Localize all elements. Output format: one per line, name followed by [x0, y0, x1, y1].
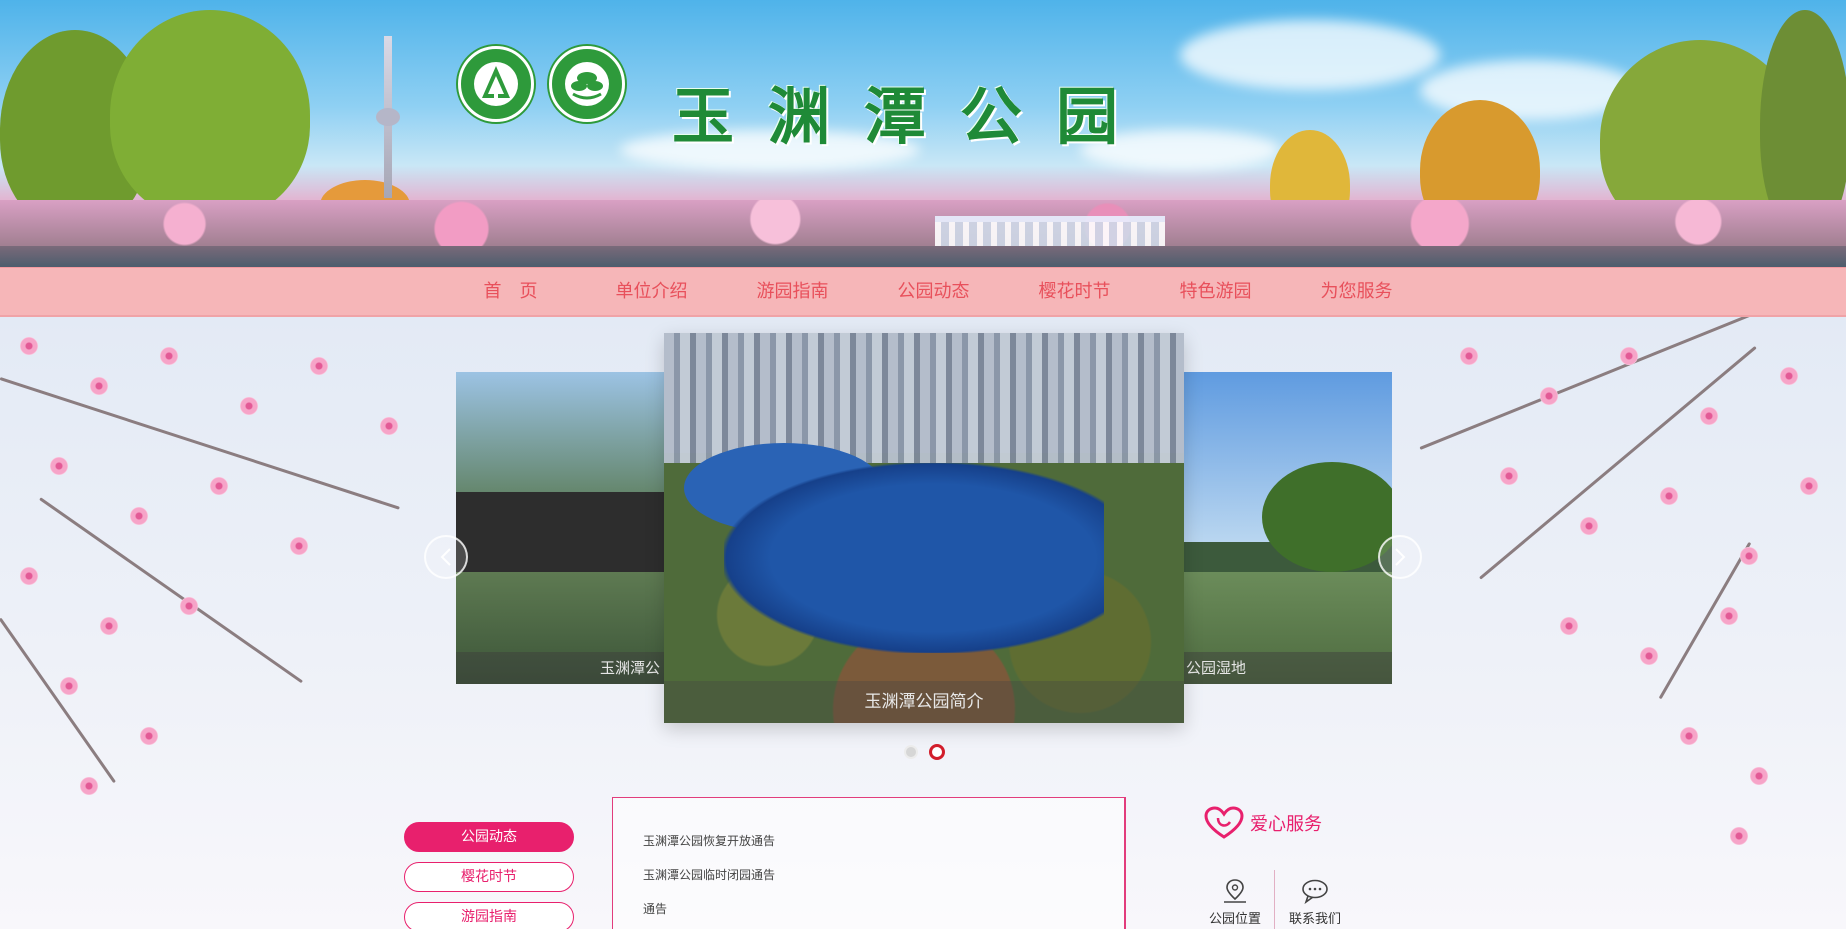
petal	[1680, 727, 1698, 745]
cherry-blossom-band	[0, 200, 1846, 248]
slide-tree	[1262, 462, 1392, 572]
petal	[130, 507, 148, 525]
service-heading: 爱心服务	[1204, 806, 1322, 840]
news-link[interactable]: 玉渊潭公园临时闭园通告	[643, 866, 775, 883]
petal	[1620, 347, 1638, 365]
carousel-dot-active[interactable]	[929, 744, 945, 760]
title-char: 渊	[768, 80, 835, 153]
petal	[1560, 617, 1578, 635]
service-label: 公园位置	[1208, 912, 1261, 927]
chevron-left-icon	[440, 548, 451, 566]
tree-emblem-icon[interactable]	[458, 46, 534, 122]
header-banner: 玉 渊 潭 公 园	[0, 0, 1846, 267]
title-char: 潭	[864, 80, 931, 153]
nav-item-guide[interactable]: 游园指南	[722, 268, 863, 316]
petal	[210, 477, 228, 495]
petal	[310, 357, 328, 375]
branch	[39, 497, 303, 684]
slide-caption: 公园湿地	[1182, 652, 1392, 684]
news-link[interactable]: 通告	[643, 900, 667, 917]
petal	[1660, 487, 1678, 505]
petal	[80, 777, 98, 795]
slide-pavilion	[456, 492, 666, 582]
nav-item-featured[interactable]: 特色游园	[1145, 268, 1286, 316]
service-divider	[1274, 870, 1275, 929]
cloud	[1180, 20, 1440, 90]
slide-sky	[456, 372, 666, 512]
petal	[1700, 407, 1718, 425]
map-pin-icon	[1224, 879, 1246, 903]
title-char: 园	[1056, 80, 1123, 153]
petal	[100, 617, 118, 635]
carousel-dot[interactable]	[904, 745, 918, 759]
petal	[1540, 387, 1558, 405]
petal	[1730, 827, 1748, 845]
service-contact[interactable]: 联系我们	[1278, 878, 1352, 927]
lake-reflection	[0, 246, 1846, 267]
carousel-slide-right[interactable]: 公园湿地	[1182, 372, 1392, 684]
tv-tower-ball	[376, 108, 400, 126]
branch	[0, 617, 116, 784]
branch	[0, 377, 400, 510]
nav-item-news[interactable]: 公园动态	[863, 268, 1004, 316]
chevron-right-icon	[1395, 548, 1406, 566]
petal	[1740, 547, 1758, 565]
chat-bubble-icon	[1302, 879, 1328, 904]
petal	[1720, 607, 1738, 625]
petal	[1500, 467, 1518, 485]
slide-caption: 玉渊潭公	[456, 652, 666, 684]
petal	[1580, 517, 1598, 535]
carousel-slide-left[interactable]: 玉渊潭公	[456, 372, 666, 684]
service-location[interactable]: 公园位置	[1198, 878, 1272, 927]
tab-park-news[interactable]: 公园动态	[404, 822, 574, 852]
petal	[380, 417, 398, 435]
petal	[1780, 367, 1798, 385]
service-title: 爱心服务	[1250, 814, 1322, 835]
petal	[240, 397, 258, 415]
title-char: 公	[960, 80, 1027, 153]
nav-item-home[interactable]: 首 页	[440, 268, 581, 316]
branch	[1479, 345, 1757, 580]
slide-city	[664, 333, 1184, 463]
nav-item-sakura[interactable]: 樱花时节	[1004, 268, 1145, 316]
slide-lake	[724, 463, 1104, 653]
petal	[180, 597, 198, 615]
service-label: 联系我们	[1288, 912, 1341, 927]
news-link[interactable]: 玉渊潭公园恢复开放通告	[643, 832, 775, 849]
petal	[20, 567, 38, 585]
pavilion	[935, 216, 1165, 246]
petal	[1640, 647, 1658, 665]
petal	[60, 677, 78, 695]
nav-item-service[interactable]: 为您服务	[1286, 268, 1427, 316]
branch	[1658, 541, 1752, 700]
petal	[50, 457, 68, 475]
petal	[1800, 477, 1818, 495]
tab-guide[interactable]: 游园指南	[404, 902, 574, 929]
branch	[1419, 317, 1810, 450]
heart-icon	[1204, 806, 1244, 839]
willow-tree	[110, 10, 310, 220]
carousel-slide-main[interactable]: 玉渊潭公园简介	[664, 333, 1184, 723]
tab-sakura[interactable]: 樱花时节	[404, 862, 574, 892]
main-nav: 首 页 单位介绍 游园指南 公园动态 樱花时节 特色游园 为您服务	[0, 267, 1846, 317]
flower-emblem-icon[interactable]	[549, 46, 625, 122]
slide-caption: 玉渊潭公园简介	[664, 681, 1184, 723]
news-panel: 玉渊潭公园恢复开放通告 玉渊潭公园临时闭园通告 通告	[612, 797, 1126, 929]
petal	[90, 377, 108, 395]
petal	[140, 727, 158, 745]
carousel-next-button[interactable]	[1378, 535, 1422, 579]
petal	[1750, 767, 1768, 785]
petal	[160, 347, 178, 365]
petal	[1460, 347, 1478, 365]
petal	[290, 537, 308, 555]
title-char: 玉	[672, 80, 739, 153]
petal	[20, 337, 38, 355]
nav-item-about[interactable]: 单位介绍	[581, 268, 722, 316]
carousel-prev-button[interactable]	[424, 535, 468, 579]
park-title: 玉 渊 潭 公 园	[672, 66, 1122, 156]
